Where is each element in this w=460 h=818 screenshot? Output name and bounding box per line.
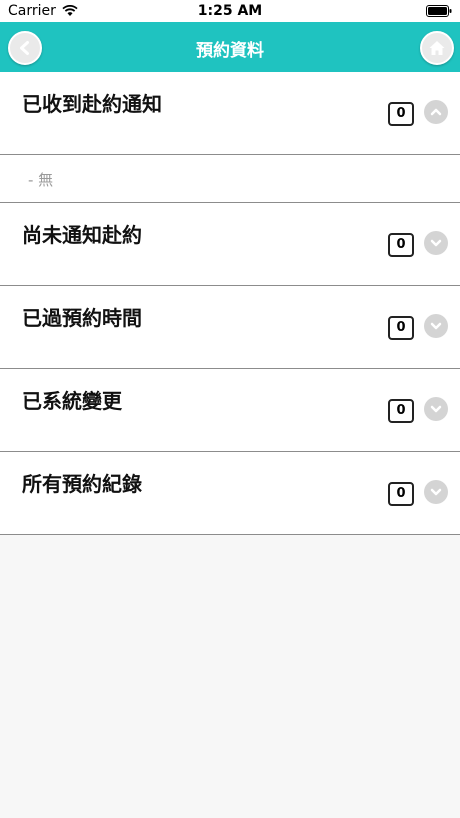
section-label: 所有預約紀錄	[22, 472, 142, 496]
chevron-up-icon[interactable]	[424, 100, 448, 124]
section-all-records[interactable]: 所有預約紀錄 0	[0, 452, 460, 535]
page-title: 預約資料	[196, 41, 264, 61]
section-not-notified[interactable]: 尚未通知赴約 0	[0, 203, 460, 286]
chevron-down-icon[interactable]	[424, 480, 448, 504]
empty-placeholder: - 無	[28, 171, 54, 189]
section-label: 已過預約時間	[22, 306, 142, 330]
nav-bar: 預約資料	[0, 22, 460, 73]
count-badge: 0	[388, 233, 414, 257]
status-time: 1:25 AM	[197, 3, 263, 19]
home-button[interactable]	[420, 31, 454, 65]
count-badge: 0	[388, 399, 414, 423]
chevron-down-icon[interactable]	[424, 314, 448, 338]
appointment-list: 已收到赴約通知 0 - 無 尚未通知赴約 0 已過預約時間 0 已系統變更 0 …	[0, 72, 460, 535]
section-label: 已系統變更	[22, 389, 122, 413]
status-bar: Carrier 1:25 AM	[0, 0, 460, 22]
chevron-down-icon[interactable]	[424, 397, 448, 421]
count-badge: 0	[388, 316, 414, 340]
count-badge: 0	[388, 482, 414, 506]
section-expanded-content: - 無	[0, 155, 460, 203]
count-badge: 0	[388, 102, 414, 126]
chevron-down-icon[interactable]	[424, 231, 448, 255]
section-system-changed[interactable]: 已系統變更 0	[0, 369, 460, 452]
home-icon	[429, 41, 445, 55]
section-label: 尚未通知赴約	[22, 223, 142, 247]
section-past-time[interactable]: 已過預約時間 0	[0, 286, 460, 369]
section-received-notice[interactable]: 已收到赴約通知 0	[0, 72, 460, 155]
battery-icon	[426, 5, 452, 17]
section-label: 已收到赴約通知	[22, 92, 162, 116]
